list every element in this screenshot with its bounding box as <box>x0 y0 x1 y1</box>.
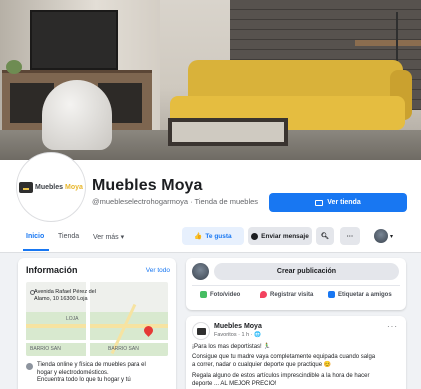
shop-icon <box>315 199 324 206</box>
muebles-moya-logo: Muebles Moya <box>19 181 83 193</box>
post-text-line: a correr, nadar o cualquier deporte que … <box>192 362 332 368</box>
more-options-button[interactable]: ··· <box>340 227 360 245</box>
map-road <box>26 340 168 343</box>
address-line-1: Avenida Rafael Pérez del <box>34 289 96 295</box>
post-composer: Crear publicación Foto/video Registrar v… <box>186 258 406 310</box>
photo-icon <box>200 291 207 298</box>
cover-chair <box>42 80 112 150</box>
description-line-1: Tienda online y física de muebles para e… <box>37 362 146 368</box>
location-icon <box>260 291 267 298</box>
facebook-page: Inicio Tienda Ver más ▾ 👍 Te gusta Envia… <box>0 0 421 389</box>
description-line-3: Encuentra todo lo que tu hogar y tú <box>37 377 131 383</box>
avatar <box>374 229 388 243</box>
send-message-label: Enviar mensaje <box>261 232 309 240</box>
cover-plant <box>6 60 22 74</box>
logo-text-muebles: Muebles <box>35 183 64 191</box>
photo-video-button[interactable]: Foto/video <box>200 291 240 298</box>
check-in-label: Registrar visita <box>270 291 314 298</box>
description-line-2: hogar y electrodomésticos. <box>37 369 109 376</box>
tag-friends-button[interactable]: Etiquetar a amigos <box>328 291 392 298</box>
send-message-button[interactable]: Enviar mensaje <box>248 227 312 245</box>
info-see-all-link[interactable]: Ver todo <box>146 267 170 274</box>
post-text-line: ¡Para los mas deportistas! 🏃‍♂️ <box>192 344 271 350</box>
post-author-name[interactable]: Muebles Moya <box>214 323 262 330</box>
post-text-line: deporte ... AL MEJOR PRECIO! <box>192 381 277 387</box>
photo-video-label: Foto/video <box>210 291 241 298</box>
avatar <box>192 263 209 280</box>
check-in-button[interactable]: Registrar visita <box>260 291 313 298</box>
info-icon <box>26 363 33 370</box>
tab-inicio[interactable]: Inicio <box>26 233 44 240</box>
page-title: Muebles Moya <box>92 177 203 194</box>
cover-photo[interactable] <box>0 0 421 160</box>
like-button[interactable]: 👍 Te gusta <box>182 227 244 245</box>
more-options-label: ··· <box>346 232 354 240</box>
info-title: Información <box>26 265 78 275</box>
tab-active-indicator <box>23 249 49 251</box>
address-line-2: Alamo, 10 16300 Loja <box>34 296 88 303</box>
messenger-icon <box>251 232 259 240</box>
post-meta: Favoritos · 1 h · 🌐 <box>214 332 261 338</box>
feed-post: Muebles Moya Favoritos · 1 h · 🌐 ··· ¡Pa… <box>186 316 406 389</box>
tag-friends-icon <box>328 291 335 298</box>
map-label-loja: LOJA <box>66 316 79 322</box>
tab-ver-mas[interactable]: Ver más ▾ <box>93 233 124 241</box>
logo-mark-icon <box>196 327 206 335</box>
description-text: Tienda online y física de muebles para e… <box>37 362 146 385</box>
map-label-barrio: BARRIO SAN <box>30 346 61 352</box>
tag-friends-label: Etiquetar a amigos <box>338 291 392 298</box>
caret-down-icon: ▾ <box>390 233 394 240</box>
divider <box>192 285 400 286</box>
search-icon: 🔍︎ <box>320 233 330 240</box>
tab-tienda[interactable]: Tienda <box>58 233 79 240</box>
cover-coffee-table <box>168 118 288 146</box>
create-post-button[interactable]: Crear publicación <box>214 263 399 280</box>
page-handle: @muebleselectrohogarmoya <box>92 197 188 206</box>
info-card: Información Ver todo Avenida Rafael Pére… <box>18 258 176 389</box>
logo-text-moya: Moya <box>65 183 83 191</box>
location-map[interactable]: Avenida Rafael Pérez del Alamo, 10 16300… <box>26 282 168 356</box>
page-category[interactable]: Tienda de muebles <box>195 197 259 206</box>
post-text-line: Consigue que tu madre vaya completamente… <box>192 354 376 360</box>
search-button[interactable]: 🔍︎ <box>316 227 334 245</box>
chevron-down-icon: ▾ <box>120 234 125 241</box>
cover-shelf <box>355 40 421 46</box>
ver-tienda-label: Ver tienda <box>327 199 361 206</box>
page-logo-avatar[interactable]: Muebles Moya <box>17 153 85 221</box>
cover-tv <box>30 10 118 70</box>
logo-mark-icon <box>19 181 34 193</box>
info-description: Tienda online y física de muebles para e… <box>26 362 146 385</box>
map-label-barrio: BARRIO SAN <box>108 346 139 352</box>
post-author-avatar[interactable] <box>192 322 210 340</box>
tab-ver-mas-label: Ver más <box>93 234 119 241</box>
map-address: Avenida Rafael Pérez del Alamo, 10 16300… <box>34 289 96 303</box>
page-subtitle: @muebleselectrohogarmoya · Tienda de mue… <box>92 197 258 206</box>
profile-menu[interactable]: ▾ <box>374 229 393 243</box>
ver-tienda-button[interactable]: Ver tienda <box>269 193 407 212</box>
like-button-label: Te gusta <box>205 232 232 240</box>
page-tabs: Inicio Tienda Ver más ▾ 👍 Te gusta Envia… <box>0 225 421 252</box>
post-text-line: Regala alguno de estos artículos impresc… <box>192 373 370 379</box>
post-more-options-icon[interactable]: ··· <box>387 322 398 331</box>
thumbs-up-icon: 👍 <box>194 233 203 240</box>
